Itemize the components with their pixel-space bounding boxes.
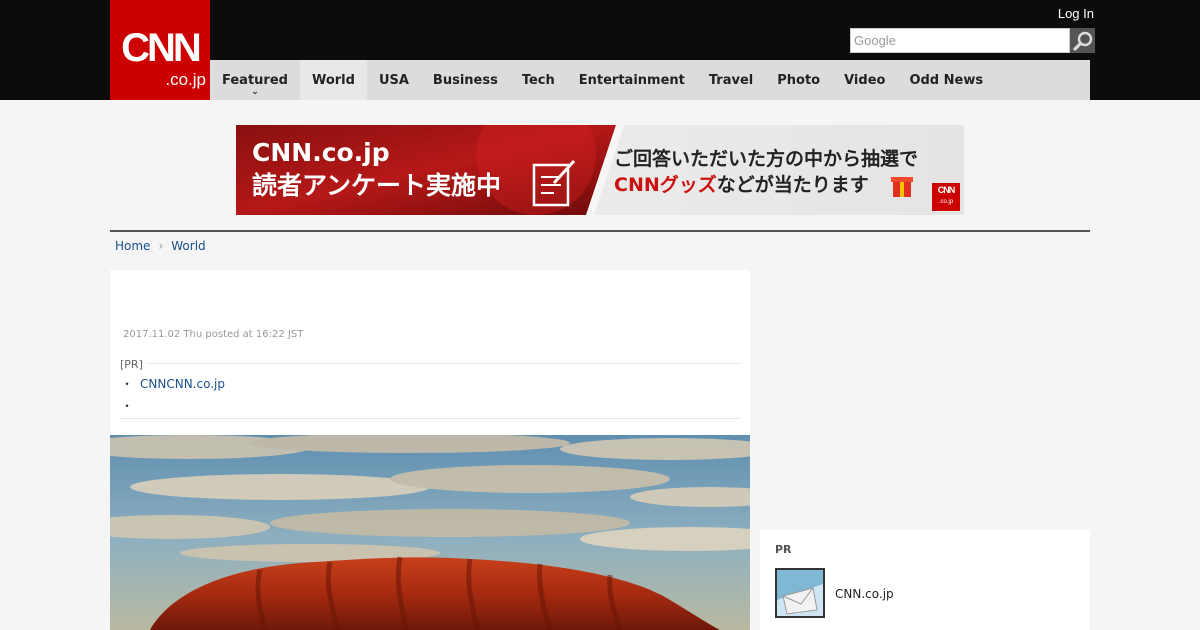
- banner-title-2: 読者アンケート実施中: [252, 171, 502, 200]
- banner-cnn-badge: CNN .co.jp: [932, 183, 960, 211]
- banner-title-1: CNN.co.jp: [252, 138, 390, 167]
- nav-photo-label: Photo: [777, 72, 821, 88]
- sidebar-pr-card[interactable]: PR CNN.co.jp: [760, 530, 1090, 630]
- article-hero-image: [110, 435, 750, 630]
- magnifier-icon: [1072, 31, 1092, 51]
- nav-world-label: World: [311, 72, 355, 88]
- uluru-photo: [110, 435, 750, 630]
- breadcrumb: Home › World: [115, 238, 206, 254]
- chevron-down-icon: ⌄: [251, 87, 259, 97]
- envelope-icon: [777, 570, 823, 616]
- nav-travel[interactable]: Travel: [697, 60, 765, 100]
- nav-usa[interactable]: USA: [367, 60, 421, 100]
- nav-featured[interactable]: Featured ⌄: [210, 60, 300, 100]
- survey-banner[interactable]: CNN.co.jp 読者アンケート実施中 ご回答いただいた方の中から抽選で CN…: [236, 125, 964, 215]
- banner-text-2-rest: などが当たります: [716, 174, 869, 196]
- nav-photo[interactable]: Photo: [765, 60, 832, 100]
- sidebar-pr-title[interactable]: CNN.co.jp: [835, 587, 894, 601]
- banner-badge-top: CNN: [937, 185, 956, 195]
- login-link[interactable]: Log In: [1058, 6, 1094, 21]
- chevron-right-icon: ›: [158, 239, 164, 253]
- sidebar-pr-label: PR: [775, 543, 792, 556]
- pr-link[interactable]: CNNCNN.co.jp: [140, 377, 225, 391]
- nav-featured-label: Featured: [222, 72, 288, 88]
- breadcrumb-world[interactable]: World: [171, 238, 205, 254]
- nav-travel-label: Travel: [708, 72, 754, 88]
- nav-business-label: Business: [432, 72, 498, 88]
- pr-divider-bottom: [120, 418, 740, 419]
- nav-video[interactable]: Video: [832, 60, 897, 100]
- logo-domain: .co.jp: [165, 70, 206, 89]
- nav-tech-label: Tech: [521, 72, 555, 88]
- pr-bullet: ・: [121, 377, 134, 391]
- nav-tech[interactable]: Tech: [510, 60, 567, 100]
- banner-text-2-red: CNNグッズ: [614, 174, 717, 196]
- sidebar-pr-thumbnail[interactable]: [775, 568, 825, 618]
- logo-wordmark: CNN: [121, 26, 202, 70]
- posted-timestamp: 2017.11.02 Thu posted at 16:22 JST: [123, 329, 304, 340]
- nav-video-label: Video: [844, 72, 886, 88]
- nav-entertainment-label: Entertainment: [578, 72, 685, 88]
- search-input[interactable]: [850, 28, 1070, 53]
- search-button[interactable]: [1070, 28, 1095, 53]
- nav-business[interactable]: Business: [421, 60, 510, 100]
- breadcrumb-divider: [110, 230, 1090, 232]
- nav-world[interactable]: World: [299, 60, 367, 100]
- breadcrumb-home[interactable]: Home: [115, 238, 150, 254]
- pr-label: [PR]: [120, 358, 143, 371]
- banner-text-1: ご回答いただいた方の中から抽選で: [614, 148, 919, 170]
- nav-entertainment[interactable]: Entertainment: [567, 60, 697, 100]
- pr-list-item-empty: ・: [121, 399, 134, 413]
- nav-usa-label: USA: [378, 72, 409, 88]
- article-card: 2017.11.02 Thu posted at 16:22 JST [PR] …: [110, 270, 750, 435]
- banner-badge-bottom: .co.jp: [938, 199, 954, 205]
- gift-icon: [891, 177, 913, 197]
- banner-text-2: CNNグッズなどが当たります: [614, 173, 869, 197]
- main-nav: Featured ⌄ World USA Business Tech Enter…: [210, 60, 1090, 100]
- pr-list-item: ・ CNNCNN.co.jp: [121, 375, 225, 392]
- pr-divider-top: [148, 363, 740, 364]
- nav-odd-news-label: Odd News: [909, 72, 984, 88]
- nav-odd-news[interactable]: Odd News: [897, 60, 995, 100]
- cnn-logo[interactable]: CNN .co.jp: [110, 0, 210, 100]
